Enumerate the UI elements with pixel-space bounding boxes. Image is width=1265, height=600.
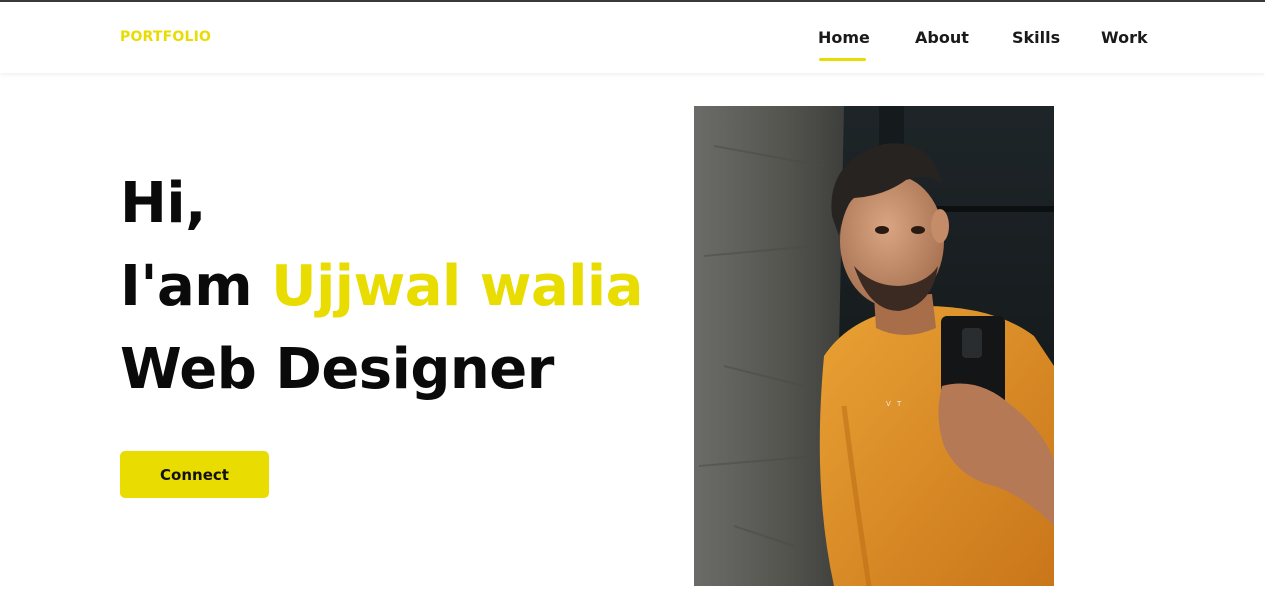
nav-about-link[interactable]: About [915, 28, 969, 47]
hero-greeting: Hi, [120, 171, 206, 236]
svg-text:V T: V T [886, 400, 903, 408]
hero-intro-line: I'am Ujjwal walia [120, 259, 643, 315]
profile-photo: V T [694, 106, 1054, 586]
connect-button[interactable]: Connect [120, 451, 269, 498]
hero-role: Web Designer [120, 337, 554, 402]
nav-work-link[interactable]: Work [1101, 28, 1148, 47]
logo[interactable]: PORTFOLIO [120, 29, 211, 45]
nav-skills-link[interactable]: Skills [1012, 28, 1060, 47]
site-header: PORTFOLIO Home About Skills Work [0, 2, 1265, 73]
hero-intro: I'am [120, 254, 272, 319]
active-nav-indicator [819, 58, 866, 61]
hero-name: Ujjwal walia [271, 254, 643, 319]
nav-home-link[interactable]: Home [818, 28, 870, 47]
